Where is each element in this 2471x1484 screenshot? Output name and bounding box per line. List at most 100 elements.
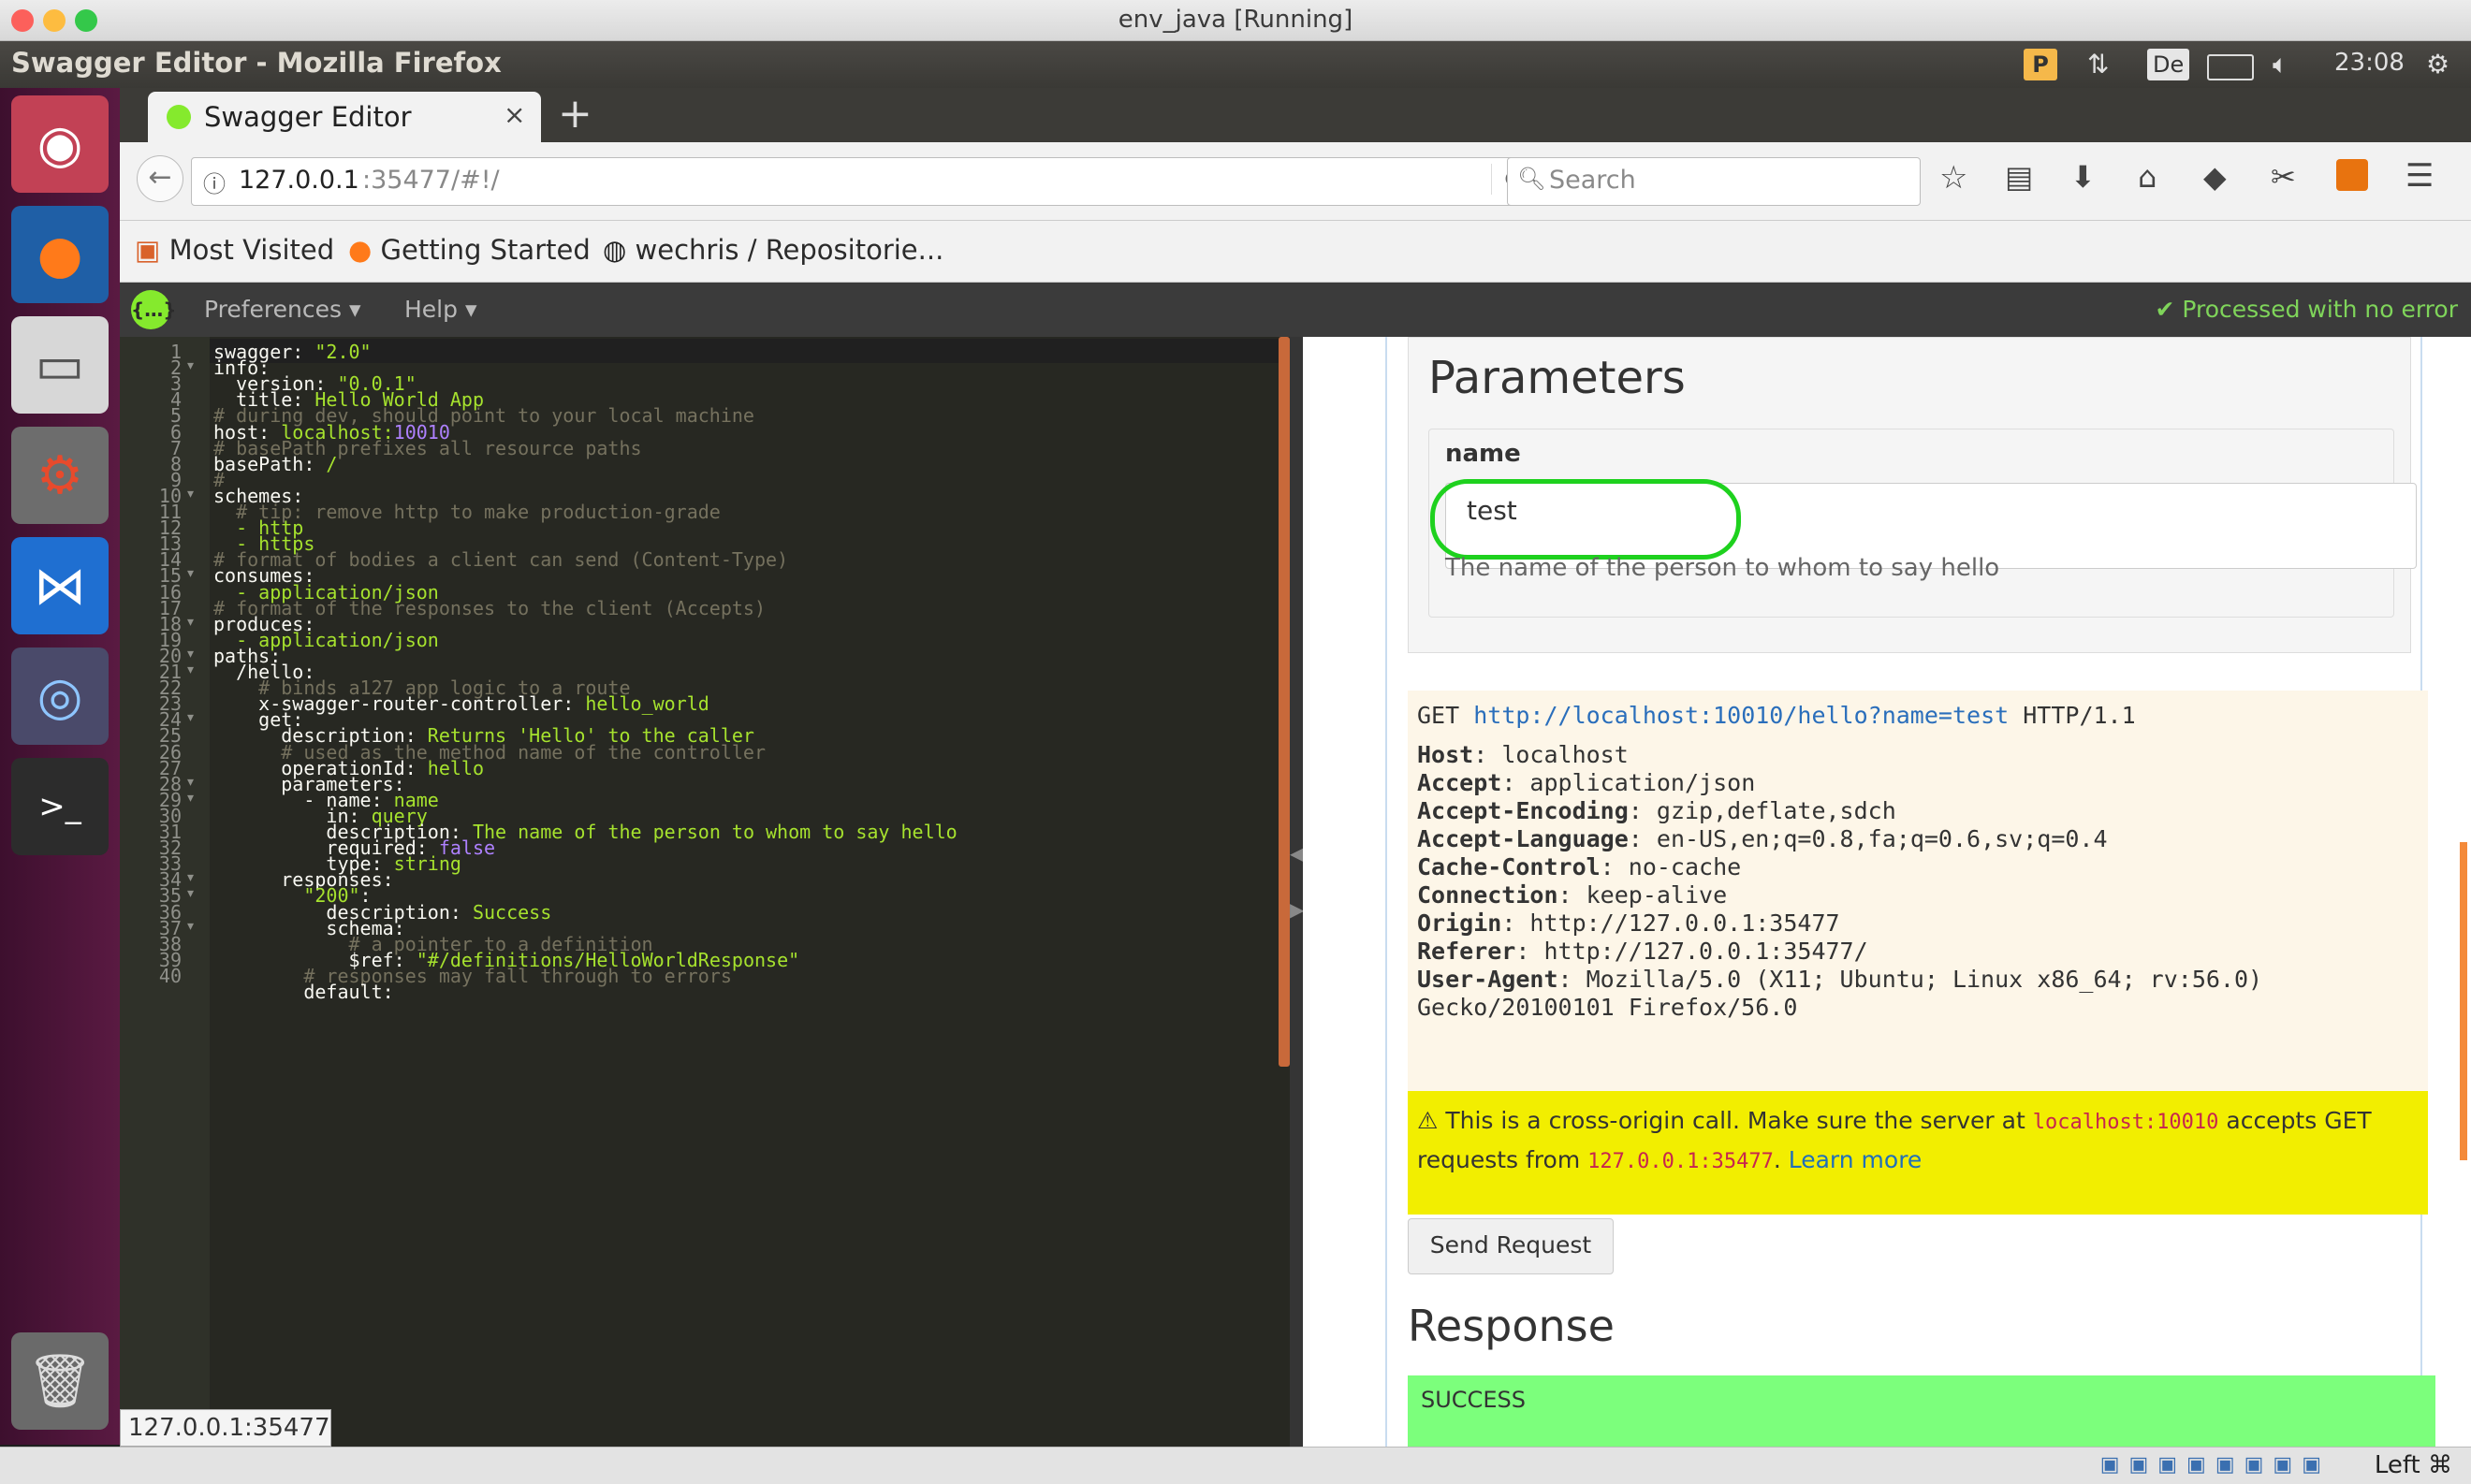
fold-toggle-icon[interactable]: ▾ <box>187 919 194 934</box>
keyboard-layout-indicator[interactable]: De <box>2147 49 2190 80</box>
header-separator: : <box>1628 825 1657 852</box>
info-icon[interactable]: ⓘ <box>203 166 226 198</box>
learn-more-link[interactable]: Learn more <box>1789 1146 1923 1173</box>
extension-icon[interactable] <box>2336 159 2368 191</box>
request-header-line: Origin: http://127.0.0.1:35477 <box>1417 909 2419 938</box>
header-value: keep-alive <box>1586 881 1728 909</box>
chromium-icon[interactable]: ◎ <box>11 647 109 745</box>
header-value: no-cache <box>1628 853 1742 880</box>
code-token: Success <box>472 900 552 924</box>
back-arrow-icon[interactable]: ← <box>137 155 183 202</box>
tab-swagger-editor[interactable]: Swagger Editor × <box>148 92 541 142</box>
fold-toggle-icon[interactable]: ▾ <box>187 358 194 373</box>
editor-scrollbar[interactable] <box>1279 337 1290 1067</box>
bookmark-star-icon[interactable]: ☆ <box>1939 159 1967 196</box>
header-key: Cache-Control <box>1417 853 1601 880</box>
header-key: Accept-Language <box>1417 825 1629 852</box>
vm-device-icons[interactable]: ▣▣▣▣▣▣▣▣ <box>2100 1453 2331 1477</box>
code-line: default: <box>213 981 393 1003</box>
fold-toggle-icon[interactable]: ▾ <box>187 710 194 725</box>
request-protocol: HTTP/1.1 <box>2023 702 2136 729</box>
screenshot-icon[interactable]: ✂ <box>2271 159 2296 195</box>
bookmark-getting-started[interactable]: ● Getting Started <box>348 234 591 266</box>
ubuntu-top-panel: Swagger Editor - Mozilla Firefox P ⇅ De … <box>0 41 2471 88</box>
help-menu[interactable]: Help ▾ <box>404 296 477 323</box>
fold-toggle-icon[interactable]: ▾ <box>187 566 194 581</box>
request-header-line: Accept: application/json <box>1417 769 2419 797</box>
download-icon[interactable]: ⬇ <box>2070 159 2096 195</box>
system-settings-icon[interactable]: ⚙ <box>11 427 109 524</box>
fold-toggle-icon[interactable]: ▾ <box>187 647 194 662</box>
search-input[interactable]: 🔍︎ Search <box>1507 157 1921 206</box>
code-token: "2.0" <box>314 341 372 363</box>
pocket-icon[interactable]: ◆ <box>2203 159 2227 195</box>
header-value: gzip,deflate,sdch <box>1656 797 1896 824</box>
processing-status: ✔ Processed with no error <box>2155 296 2458 323</box>
cors-separator: . <box>1773 1146 1781 1173</box>
fold-toggle-icon[interactable]: ▾ <box>187 615 194 630</box>
trash-icon[interactable]: 🗑︎ <box>11 1332 109 1430</box>
bookmark-most-visited[interactable]: ▣ Most Visited <box>135 234 334 266</box>
files-icon[interactable]: ▭ <box>11 316 109 414</box>
firefox-icon[interactable]: ● <box>11 206 109 303</box>
cors-warning: ⚠ This is a cross-origin call. Make sure… <box>1408 1091 2428 1215</box>
vscode-icon[interactable]: ⋈ <box>11 537 109 634</box>
url-host: 127.0.0.1 <box>239 166 359 195</box>
parameter-description: The name of the person to whom to say he… <box>1445 554 2000 582</box>
preview-scrollbar[interactable] <box>2460 842 2467 1160</box>
request-headers: Host: localhost Accept: application/json A… <box>1417 741 2419 994</box>
pane-divider-handle[interactable]: ◀ ▶ <box>1290 337 1304 1447</box>
send-request-button[interactable]: Send Request <box>1408 1218 1614 1274</box>
volume-icon[interactable]: 🔈︎ <box>2273 49 2288 80</box>
swagger-preview-pane: Parameters name test The name of the per… <box>1303 337 2471 1447</box>
navigation-toolbar: ← ⓘ 127.0.0.1 :35477/#!/ ⟳ 🔍︎ Search ☆ ▤… <box>120 142 2471 221</box>
cors-text: ⚠ This is a cross-origin call. Make sure… <box>1417 1107 2025 1134</box>
gear-icon[interactable]: ⚙ <box>2426 49 2449 80</box>
home-icon[interactable]: ⌂ <box>2138 159 2157 195</box>
url-bar[interactable]: ⓘ 127.0.0.1 :35477/#!/ ⟳ <box>191 157 1541 206</box>
header-separator: : <box>1515 938 1544 965</box>
bookmark-label: Most Visited <box>168 234 335 266</box>
fold-toggle-icon[interactable]: ▾ <box>187 775 194 790</box>
url-path: :35477/#!/ <box>362 166 500 195</box>
header-key: Accept <box>1417 769 1502 796</box>
active-line-highlight <box>210 339 1290 363</box>
bookmark-github-repo[interactable]: ◍ wechris / Repositorie... <box>603 234 943 266</box>
close-tab-icon[interactable]: × <box>504 99 525 130</box>
terminal-icon[interactable]: >_ <box>11 758 109 855</box>
header-separator: : <box>1557 966 1586 993</box>
code-token: string <box>393 852 461 876</box>
swagger-logo-icon[interactable]: {…} <box>131 290 176 329</box>
indicator-p-icon[interactable]: P <box>2024 49 2057 80</box>
request-header-line: Cache-Control: no-cache <box>1417 853 2419 881</box>
yaml-code-editor[interactable]: 1 2 ▾ 3 4 5 6 7 8 9 10 ▾ 11 12 13 14 15 ▾ 16 17 18 ▾ 19 20 ▾ 21 ▾ 2… <box>120 337 1290 1447</box>
code-line: basePath: / <box>213 453 337 475</box>
check-icon: ✔ <box>2155 296 2175 323</box>
fold-toggle-icon[interactable]: ▾ <box>187 870 194 885</box>
fold-toggle-icon[interactable]: ▾ <box>187 886 194 901</box>
clock[interactable]: 23:08 <box>2334 49 2405 77</box>
header-key: Accept-Encoding <box>1417 797 1629 824</box>
header-key: Host <box>1417 741 1474 768</box>
battery-icon[interactable] <box>2207 54 2254 80</box>
search-placeholder: Search <box>1549 166 1636 195</box>
preferences-menu[interactable]: Preferences ▾ <box>204 296 361 323</box>
network-arrows-icon[interactable]: ⇅ <box>2087 49 2109 80</box>
user-agent-continuation: Gecko/20100101 Firefox/56.0 <box>1417 994 1798 1021</box>
request-url-link[interactable]: http://localhost:10010/hello?name=test <box>1473 702 2009 729</box>
github-icon: ◍ <box>603 234 627 266</box>
new-tab-button[interactable]: + <box>558 90 592 138</box>
response-status-bar: SUCCESS <box>1408 1375 2435 1447</box>
bookmarks-toolbar: ▣ Most Visited ● Getting Started ◍ wechr… <box>120 221 2471 283</box>
request-line: GET http://localhost:10010/hello?name=te… <box>1417 702 2419 730</box>
header-value: http://127.0.0.1:35477/ <box>1543 938 1868 965</box>
hamburger-menu-icon[interactable]: ☰ <box>2405 157 2434 195</box>
active-window-title: Swagger Editor - Mozilla Firefox <box>11 47 502 79</box>
fold-toggle-icon[interactable]: ▾ <box>187 662 194 677</box>
ubuntu-dash-icon[interactable]: ◉ <box>11 95 109 193</box>
fold-toggle-icon[interactable]: ▾ <box>187 487 194 502</box>
reading-list-icon[interactable]: ▤ <box>2005 159 2033 195</box>
fold-toggle-icon[interactable]: ▾ <box>187 791 194 806</box>
swagger-favicon-icon <box>167 105 191 129</box>
menu-label: Help <box>404 296 458 323</box>
